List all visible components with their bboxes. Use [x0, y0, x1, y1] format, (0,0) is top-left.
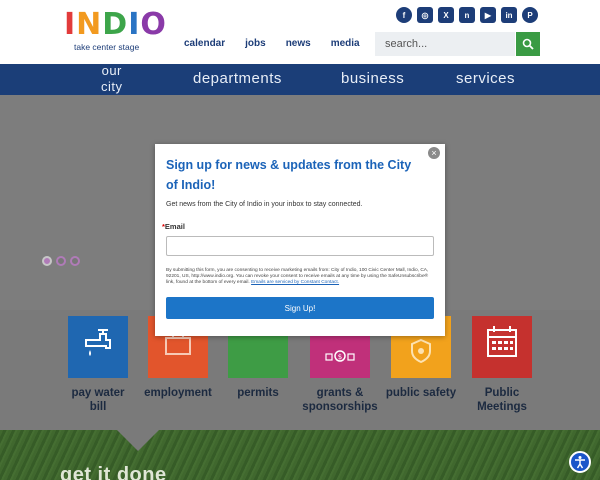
tile-label-pay-water-bill[interactable]: pay water bill — [56, 386, 140, 414]
email-label: *Email — [162, 222, 185, 231]
modal-subtitle: Get news from the City of Indio in your … — [166, 201, 363, 208]
utility-nav: calendar jobs news media — [184, 38, 380, 49]
sign-up-button[interactable]: Sign Up! — [166, 297, 434, 319]
x-icon[interactable]: X — [438, 7, 454, 23]
newsletter-signup-modal: × Sign up for news & updates from the Ci… — [155, 144, 445, 336]
nav-services[interactable]: services — [456, 70, 515, 87]
constant-contact-link[interactable]: Emails are serviced by Constant Contact. — [251, 280, 339, 285]
main-nav: our city departments business services — [0, 63, 600, 95]
tile-label-public-safety[interactable]: public safety — [379, 386, 463, 400]
accessibility-button[interactable] — [569, 451, 591, 473]
tile-label-employment[interactable]: employment — [136, 386, 220, 400]
nav-our-city[interactable]: our city — [101, 63, 123, 95]
facebook-icon[interactable]: f — [396, 7, 412, 23]
nav-jobs[interactable]: jobs — [245, 38, 266, 49]
instagram-icon[interactable]: ◎ — [417, 7, 433, 23]
get-it-done-heading: get it done — [60, 464, 167, 480]
tile-pay-water-bill[interactable] — [68, 316, 128, 378]
consent-text: By submitting this form, you are consent… — [166, 268, 429, 285]
modal-title: Sign up for news & updates from the City… — [166, 158, 412, 192]
accessibility-icon — [575, 456, 585, 469]
svg-text:$: $ — [338, 353, 342, 361]
calendar-icon — [487, 326, 517, 357]
social-links: f ◎ X n ▶ in P — [396, 7, 538, 23]
search-icon — [522, 38, 534, 50]
email-field[interactable] — [166, 236, 434, 256]
site-header: INDIO take center stage f ◎ X n ▶ in P c… — [0, 0, 600, 64]
nav-business[interactable]: business — [341, 70, 404, 87]
water-faucet-icon — [85, 329, 111, 356]
youtube-icon[interactable]: ▶ — [480, 7, 496, 23]
tile-label-grants[interactable]: grants & sponsorships — [298, 386, 382, 414]
section-pointer — [116, 430, 160, 451]
nav-departments[interactable]: departments — [193, 70, 282, 87]
search-input[interactable]: search... — [375, 32, 515, 56]
nav-media[interactable]: media — [331, 38, 360, 49]
linkedin-icon[interactable]: in — [501, 7, 517, 23]
logo-tagline: take center stage — [74, 42, 140, 52]
nav-calendar[interactable]: calendar — [184, 38, 225, 49]
nav-news[interactable]: news — [286, 38, 311, 49]
tile-label-permits[interactable]: permits — [216, 386, 300, 400]
logo-wordmark: INDIO — [64, 7, 167, 42]
carousel-dot-3[interactable] — [70, 256, 80, 266]
indio-logo[interactable]: INDIO take center stage — [64, 7, 167, 53]
search-button[interactable] — [516, 32, 540, 56]
tile-label-public-meetings[interactable]: Public Meetings — [460, 386, 544, 414]
nextdoor-icon[interactable]: n — [459, 7, 475, 23]
carousel-dot-1[interactable] — [42, 256, 52, 266]
tile-public-meetings[interactable] — [472, 316, 532, 378]
pinterest-icon[interactable]: P — [522, 7, 538, 23]
close-icon[interactable]: × — [428, 147, 440, 159]
carousel-dots — [42, 256, 80, 266]
carousel-dot-2[interactable] — [56, 256, 66, 266]
